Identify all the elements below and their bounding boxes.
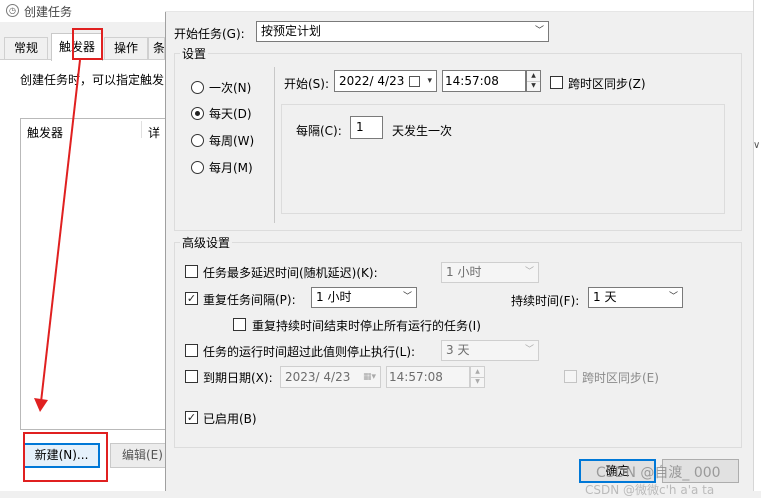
- radio-monthly[interactable]: [191, 161, 204, 174]
- task-scheduler-icon: ◷: [6, 4, 19, 17]
- expire-sync-label[interactable]: 跨时区同步(E): [582, 369, 659, 386]
- window-title: 创建任务: [24, 5, 73, 19]
- chevron-down-icon: ﹀: [668, 292, 678, 302]
- begin-task-label: 开始任务(G):: [174, 27, 245, 41]
- delay-label[interactable]: 任务最多延迟时间(随机延迟)(K):: [203, 264, 378, 281]
- column-separator[interactable]: [141, 121, 142, 138]
- stop-longer-checkbox[interactable]: [185, 344, 198, 357]
- expire-time-spinner[interactable]: ▲ ▼: [470, 366, 485, 388]
- radio-once[interactable]: [191, 81, 204, 94]
- settings-divider: [274, 67, 275, 223]
- expire-label[interactable]: 到期日期(X):: [203, 369, 273, 386]
- start-time-spinner[interactable]: ▲ ▼: [526, 70, 541, 92]
- expire-time-value: 14:57:08: [389, 370, 443, 384]
- chevron-down-icon: ﹀: [524, 267, 534, 277]
- delay-checkbox[interactable]: [185, 265, 198, 278]
- expire-time-input[interactable]: 14:57:08: [386, 366, 470, 388]
- triggers-list[interactable]: [20, 118, 165, 430]
- expire-checkbox[interactable]: [185, 370, 198, 383]
- repeat-checkbox[interactable]: ✓: [185, 292, 198, 305]
- spin-down-icon[interactable]: ▼: [527, 81, 540, 91]
- radio-daily-label[interactable]: 每天(D): [209, 105, 252, 122]
- spin-down-icon[interactable]: ▼: [471, 377, 484, 387]
- begin-task-select[interactable]: 按预定计划 ﹀: [256, 21, 549, 42]
- recur-every-input[interactable]: 1: [350, 116, 383, 139]
- expire-date-picker[interactable]: 2023/ 4/23 ▦▾: [280, 366, 381, 388]
- dialog-title-bar: [165, 0, 753, 12]
- edit-trigger-button[interactable]: 编辑(E): [110, 443, 165, 468]
- stop-longer-value: 3 天: [446, 343, 470, 357]
- column-header-trigger[interactable]: 触发器: [27, 124, 63, 141]
- delay-select[interactable]: 1 小时 ﹀: [441, 262, 539, 283]
- chevron-down-icon[interactable]: ▾: [427, 71, 432, 91]
- tab-actions[interactable]: 操作: [104, 37, 148, 59]
- recur-every-suffix: 天发生一次: [392, 124, 453, 138]
- annotation-highlight-new-button: [23, 432, 108, 482]
- annotation-highlight-triggers-tab: [72, 28, 103, 60]
- start-date-value: 2022/ 4/23: [339, 74, 405, 88]
- enabled-checkbox[interactable]: ✓: [185, 411, 198, 424]
- recur-every-label: 每隔(C):: [296, 124, 342, 138]
- chevron-down-icon: ﹀: [524, 345, 534, 355]
- sync-timezone-checkbox[interactable]: [550, 76, 563, 89]
- advanced-settings-title: 高级设置: [180, 234, 233, 251]
- radio-weekly[interactable]: [191, 134, 204, 147]
- enabled-label[interactable]: 已启用(B): [203, 410, 257, 427]
- expire-date-value: 2023/ 4/23: [285, 370, 351, 384]
- watermark: CSDN @自渡_ 000: [596, 465, 721, 481]
- sync-timezone-label[interactable]: 跨时区同步(Z): [568, 75, 646, 92]
- start-time-input[interactable]: 14:57:08: [442, 70, 526, 92]
- duration-label: 持续时间(F):: [511, 294, 580, 308]
- radio-monthly-label[interactable]: 每月(M): [209, 159, 253, 176]
- recurrence-panel: [281, 104, 725, 214]
- watermark-secondary: CSDN @微微c'h a'a ta: [585, 483, 715, 497]
- duration-select[interactable]: 1 天 ﹀: [588, 287, 683, 308]
- stop-all-checkbox[interactable]: [233, 318, 246, 331]
- chevron-down-icon: ﹀: [534, 26, 544, 36]
- stop-longer-select[interactable]: 3 天 ﹀: [441, 340, 539, 361]
- repeat-interval-value: 1 小时: [316, 290, 352, 304]
- expire-sync-checkbox[interactable]: [564, 370, 577, 383]
- stop-longer-label[interactable]: 任务的运行时间超过此值则停止执行(L):: [203, 343, 415, 360]
- duration-value: 1 天: [593, 290, 617, 304]
- begin-task-value: 按预定计划: [261, 24, 322, 38]
- triggers-description: 创建任务时，可以指定触发: [20, 73, 165, 87]
- radio-daily[interactable]: [191, 107, 204, 120]
- start-date-picker[interactable]: 2022/ 4/23 ▾: [334, 70, 437, 92]
- start-time-value: 14:57:08: [445, 74, 499, 88]
- delay-value: 1 小时: [446, 265, 482, 279]
- stop-all-label[interactable]: 重复持续时间结束时停止所有运行的任务(I): [252, 317, 481, 334]
- repeat-interval-select[interactable]: 1 小时 ﹀: [311, 287, 417, 308]
- tab-general[interactable]: 常规: [4, 37, 48, 59]
- radio-once-label[interactable]: 一次(N): [209, 79, 251, 96]
- window-edge: [753, 0, 761, 491]
- repeat-label[interactable]: 重复任务间隔(P):: [203, 291, 296, 308]
- column-header-details[interactable]: 详: [148, 124, 160, 141]
- window-edge-fragment: ∨: [753, 140, 761, 151]
- calendar-icon[interactable]: [409, 76, 420, 87]
- chevron-down-icon: ﹀: [402, 292, 412, 302]
- tab-conditions[interactable]: 条: [148, 37, 165, 59]
- settings-group-title: 设置: [180, 45, 209, 62]
- radio-weekly-label[interactable]: 每周(W): [209, 132, 254, 149]
- calendar-icon: ▦▾: [362, 372, 376, 382]
- start-label: 开始(S):: [284, 77, 330, 91]
